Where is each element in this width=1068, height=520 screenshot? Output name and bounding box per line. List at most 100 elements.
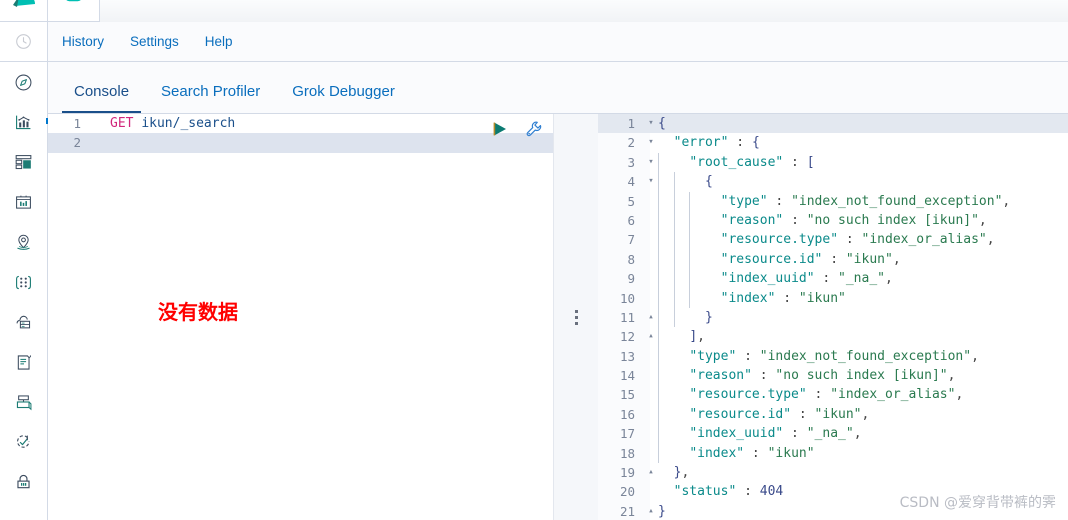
wrench-icon [526,121,542,137]
fold-toggle-icon[interactable]: ▾ [644,153,658,172]
token: "type" [689,348,737,364]
fold-toggle-icon[interactable]: ▴ [644,502,658,520]
console-response-editor[interactable]: 1 ▾{2 ▾ "error" : {3 ▾ "root_cause" : [4 ▾ {… [598,114,1068,520]
menu-item-settings[interactable]: Settings [130,34,179,49]
token: "root_cause" [689,154,784,170]
line-number: 13 [619,348,635,364]
token: , [978,212,987,228]
editor-line[interactable]: 8 "resource.id" : "ikun", [598,250,1068,269]
response-lines[interactable]: 1 ▾{2 ▾ "error" : {3 ▾ "root_cause" : [4 ▾ {… [598,114,1068,520]
token: "index_not_found_exception" [759,348,972,364]
fold-toggle-icon[interactable]: ▾ [644,172,658,191]
tab-search-profiler[interactable]: Search Profiler [149,83,272,113]
editor-line[interactable]: 10 "index" : "ikun" [598,289,1068,308]
tab-grok-debugger[interactable]: Grok Debugger [280,83,407,113]
editor-line[interactable]: 1 GET ikun/_search [48,114,553,133]
fold-toggle-icon[interactable]: ▾ [644,114,658,133]
request-lines[interactable]: 1 GET ikun/_search 2 [48,114,553,520]
editor-line[interactable]: 17 "index_uuid" : "_na_", [598,424,1068,443]
code-text: GET ikun/_search [104,114,553,133]
sidebar-item-infrastructure[interactable] [0,302,48,342]
editor-line[interactable]: 5 "type" : "index_not_found_exception", [598,192,1068,211]
run-query-button[interactable] [491,120,509,138]
code-text: "resource.id" : "ikun", [658,250,1068,269]
sidebar-item-siem[interactable] [0,462,48,502]
console-menubar: History Settings Help [48,22,1068,62]
editor-line[interactable]: 13 "type" : "index_not_found_exception", [598,347,1068,366]
fold-toggle-icon[interactable]: ▴ [644,308,658,327]
sidebar-item-logs[interactable] [0,342,48,382]
token: : [783,212,807,228]
token: ikun/_search [141,116,236,131]
menu-item-history[interactable]: History [62,34,104,49]
code-text: "resource.type" : "index_or_alias", [658,230,1068,249]
tab-console[interactable]: Console [62,83,142,113]
editor-line[interactable]: 2 [48,133,553,153]
elastic-logo[interactable] [0,0,48,22]
console-request-editor[interactable]: 1 GET ikun/_search 2 [48,114,553,520]
token: : [783,426,807,442]
line-number: 1 [73,116,81,131]
sidebar-item-visualize[interactable] [0,102,48,142]
code-text: "reason" : "no such index [ikun]", [658,211,1068,230]
apm-monitor-icon [16,394,32,410]
line-number: 8 [627,251,635,267]
map-pin-icon [17,234,30,250]
sidebar-item-machine-learning[interactable] [0,262,48,302]
token: "ikun" [767,445,815,461]
editor-line[interactable]: 16 "resource.id" : "ikun", [598,405,1068,424]
token: "resource.type" [689,387,807,403]
editor-line[interactable]: 15 "resource.type" : "index_or_alias", [598,385,1068,404]
fold-toggle-icon[interactable]: ▴ [644,463,658,482]
editor-line[interactable]: 2 ▾ "error" : { [598,133,1068,152]
recently-viewed-button[interactable] [0,22,48,62]
nav-items [0,62,48,502]
editor-line[interactable]: 7 "resource.type" : "index_or_alias", [598,230,1068,249]
kibana-dev-tools-console: History Settings Help Console Search Pro… [0,0,1068,520]
token: ] [689,329,698,345]
header-product-logo[interactable] [48,0,100,22]
fold-toggle-icon[interactable]: ▴ [644,327,658,346]
token: , [971,348,979,364]
request-pane: 1 GET ikun/_search 2 没有数据 [48,114,553,520]
sidebar-item-canvas[interactable] [0,182,48,222]
token: "no such index [ikun]" [775,368,948,384]
analytics-chart-icon [16,115,31,129]
menu-item-help[interactable]: Help [205,34,233,49]
infrastructure-icon [16,315,31,328]
token: GET [110,116,134,131]
editor-line[interactable]: 6 "reason" : "no such index [ikun]", [598,211,1068,230]
fold-toggle-icon[interactable]: ▾ [644,133,658,152]
dashboard-icon [15,154,32,169]
editor-line[interactable]: 3 ▾ "root_cause" : [ [598,153,1068,172]
token: "_na_" [806,426,854,442]
token: : [822,251,846,267]
token: "index_uuid" [689,426,784,442]
sidebar-item-apm[interactable] [0,382,48,422]
line-number: 4 [627,174,635,190]
editor-line[interactable]: 12 ▴ ], [598,327,1068,346]
editor-line[interactable]: 14 "reason" : "no such index [ikun]", [598,366,1068,385]
sidebar-item-uptime[interactable] [0,422,48,462]
sidebar-item-dashboard[interactable] [0,142,48,182]
sidebar-item-maps[interactable] [0,222,48,262]
line-number: 6 [627,212,635,228]
sidebar-item-discover[interactable] [0,62,48,102]
editor-line[interactable]: 19 ▴ }, [598,463,1068,482]
editor-line[interactable]: 11 ▴ } [598,308,1068,327]
token: : [767,193,792,209]
editor-line[interactable]: 9 "index_uuid" : "_na_", [598,269,1068,288]
editor-line[interactable]: 1 ▾{ [598,114,1068,134]
no-data-annotation: 没有数据 [158,300,238,324]
request-options-button[interactable] [525,120,543,138]
token: , [986,232,995,248]
editor-line[interactable]: 4 ▾ { [598,172,1068,191]
pane-resize-handle[interactable] [553,114,598,520]
editor-line[interactable]: 18 "index" : "ikun" [598,444,1068,463]
token: "type" [720,193,768,209]
